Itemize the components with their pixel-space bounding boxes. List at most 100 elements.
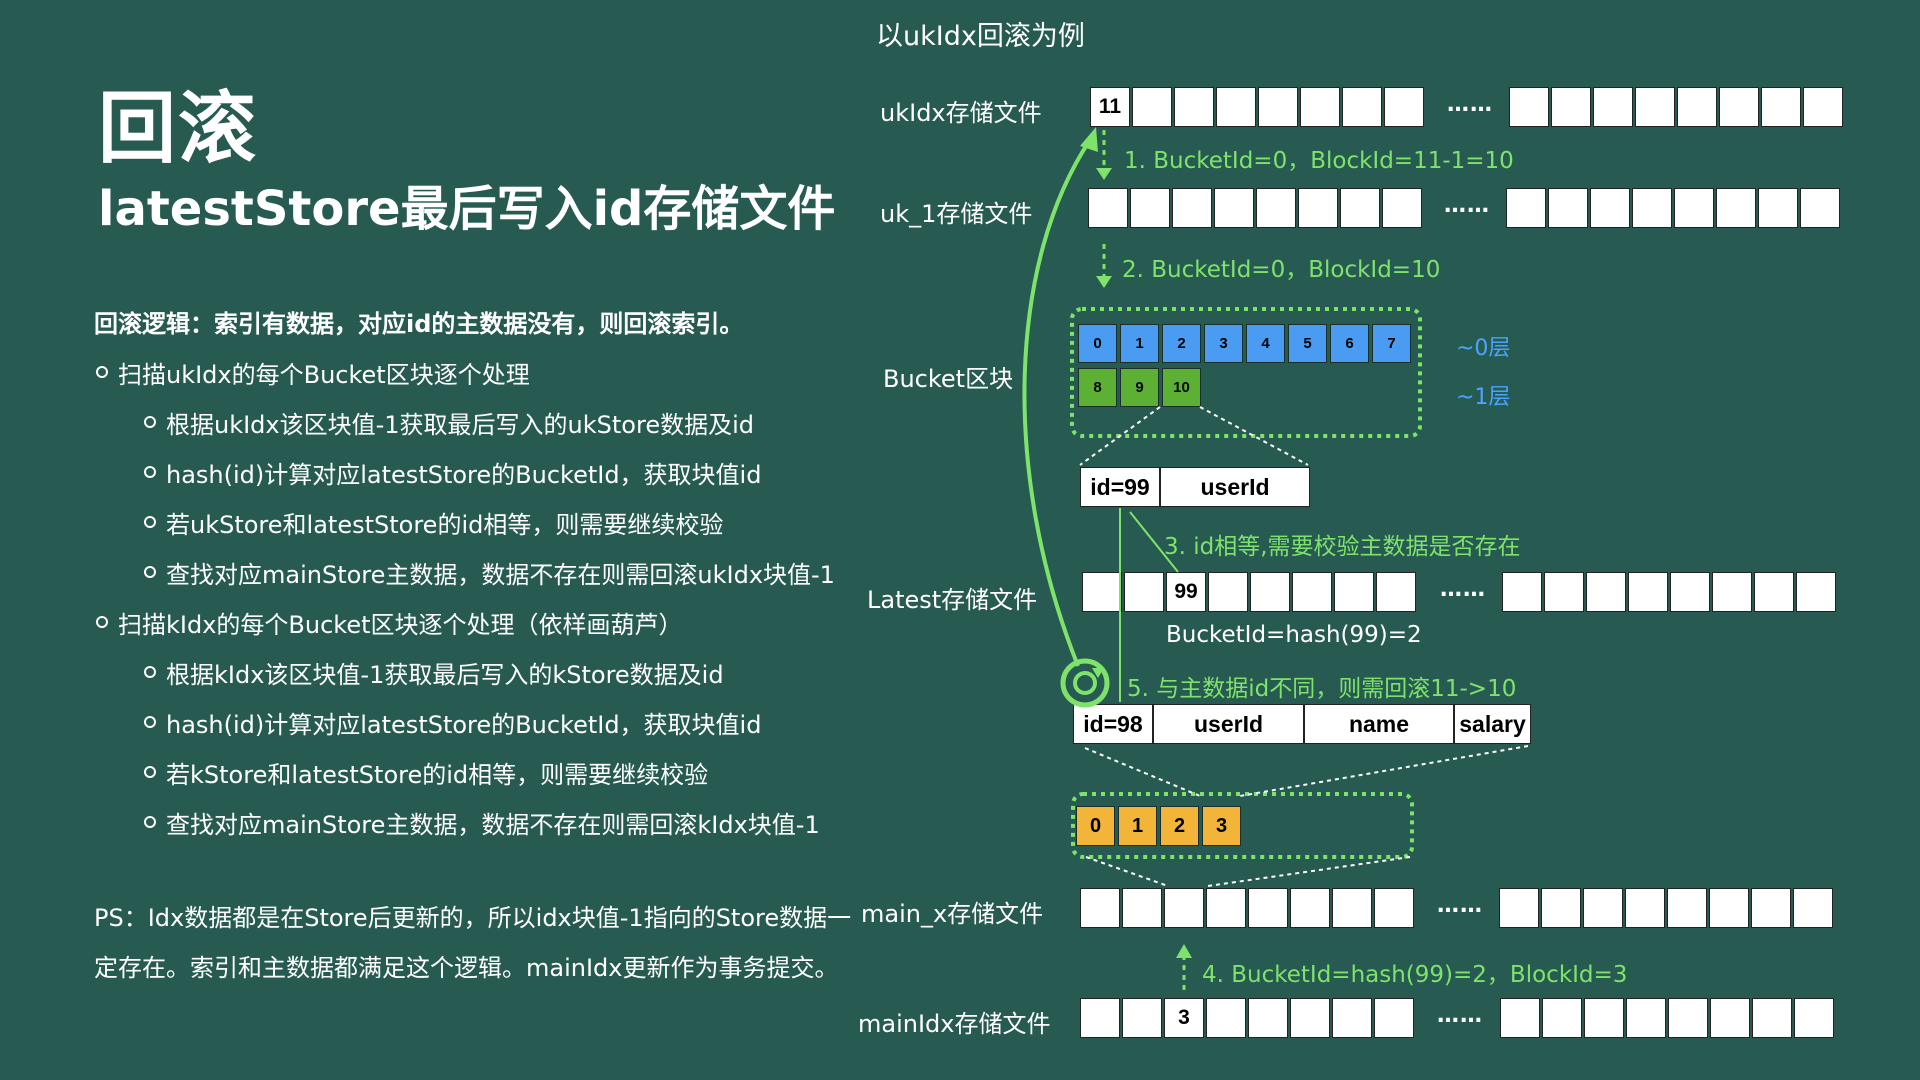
cell xyxy=(1506,188,1546,228)
bucket-block: 4 xyxy=(1246,324,1285,363)
cell xyxy=(1674,188,1714,228)
cell xyxy=(1800,188,1840,228)
bucket-block: 2 xyxy=(1162,324,1201,363)
ellipsis: …… xyxy=(1447,92,1493,117)
cell xyxy=(1340,188,1380,228)
cell xyxy=(1248,998,1288,1038)
cell xyxy=(1632,188,1672,228)
ps-note-line1: PS：Idx数据都是在Store后更新的，所以idx块值-1指向的Store数据… xyxy=(94,904,852,932)
cell xyxy=(1208,572,1248,612)
cell xyxy=(1300,87,1340,127)
cell xyxy=(1290,998,1330,1038)
record-name: name xyxy=(1304,704,1454,744)
cell xyxy=(1298,188,1338,228)
cell xyxy=(1710,998,1750,1038)
latest-cell-value: 99 xyxy=(1166,572,1206,612)
cell xyxy=(1290,888,1330,928)
label-bucket: Bucket区块 xyxy=(883,365,1014,393)
cell xyxy=(1342,87,1382,127)
ukidx-cells-left: 11 xyxy=(1090,87,1426,127)
main-block: 0 xyxy=(1076,806,1115,846)
mainidx-cells-right xyxy=(1500,998,1836,1038)
bucket-block: 7 xyxy=(1372,324,1411,363)
label-mainidx: mainIdx存储文件 xyxy=(858,1010,1051,1038)
zoom-line xyxy=(1207,856,1411,887)
label-uk1: uk_1存储文件 xyxy=(880,200,1033,228)
bullet-item: 查找对应mainStore主数据，数据不存在则需回滚ukIdx块值-1 xyxy=(144,555,835,590)
cell xyxy=(1586,572,1626,612)
cell xyxy=(1761,87,1801,127)
arrowhead-icon xyxy=(1096,168,1112,180)
rollback-logic: 回滚逻辑：索引有数据，对应id的主数据没有，则回滚索引。 xyxy=(94,310,744,338)
cell xyxy=(1499,888,1539,928)
cell xyxy=(1384,87,1424,127)
cell xyxy=(1548,188,1588,228)
main-record: id=98 userId name salary xyxy=(1073,704,1531,744)
cell xyxy=(1334,572,1374,612)
cell xyxy=(1590,188,1630,228)
cell xyxy=(1668,998,1708,1038)
page-subtitle: latestStore最后写入id存储文件 xyxy=(98,181,836,237)
step-5: 5. 与主数据id不同，则需回滚11->10 xyxy=(1127,676,1517,702)
bucket-block: 3 xyxy=(1204,324,1243,363)
cell xyxy=(1758,188,1798,228)
cell xyxy=(1332,998,1372,1038)
cell xyxy=(1124,572,1164,612)
cell xyxy=(1584,998,1624,1038)
mainidx-cells-left: 3 xyxy=(1080,998,1416,1038)
main-blocks: 0 1 2 3 xyxy=(1076,806,1244,846)
cell xyxy=(1502,572,1542,612)
main-block: 3 xyxy=(1202,806,1241,846)
bullet-item: 根据ukIdx该区块值-1获取最后写入的ukStore数据及id xyxy=(144,405,754,440)
cell xyxy=(1752,998,1792,1038)
ellipsis: …… xyxy=(1437,893,1483,918)
bullet-item: hash(id)计算对应latestStore的BucketId，获取块值id xyxy=(143,455,761,490)
slide: 回滚 latestStore最后写入id存储文件 回滚逻辑：索引有数据，对应id… xyxy=(0,0,1920,1080)
step-4: 4. BucketId=hash(99)=2，BlockId=3 xyxy=(1202,962,1628,988)
cell xyxy=(1374,998,1414,1038)
label-latest: Latest存储文件 xyxy=(867,586,1038,614)
cell xyxy=(1709,888,1749,928)
hash-note: BucketId=hash(99)=2 xyxy=(1166,622,1422,648)
bullet-item: hash(id)计算对应latestStore的BucketId，获取块值id xyxy=(143,705,761,740)
latest-cells-right xyxy=(1502,572,1838,612)
ellipsis: …… xyxy=(1440,577,1486,602)
cell xyxy=(1509,87,1549,127)
latest-record: id=99 userId xyxy=(1080,467,1310,507)
main-block: 1 xyxy=(1118,806,1157,846)
cell xyxy=(1206,888,1246,928)
ellipsis: …… xyxy=(1444,193,1490,218)
cell xyxy=(1719,87,1759,127)
cell xyxy=(1754,572,1794,612)
ukidx-cells-right xyxy=(1509,87,1845,127)
zoom-line xyxy=(1085,856,1169,887)
cell xyxy=(1258,87,1298,127)
cell xyxy=(1256,188,1296,228)
arrowhead-icon xyxy=(1080,127,1098,152)
step-3: 3. id相等,需要校验主数据是否存在 xyxy=(1164,534,1521,560)
cell xyxy=(1082,572,1122,612)
bullet-item: 扫描ukIdx的每个Bucket区块逐个处理 xyxy=(96,355,530,390)
bullet-item: 查找对应mainStore主数据，数据不存在则需回滚kIdx块值-1 xyxy=(144,805,820,840)
cell xyxy=(1172,188,1212,228)
cell xyxy=(1628,572,1668,612)
cell xyxy=(1250,572,1290,612)
latest-cells-left: 99 xyxy=(1082,572,1418,612)
cell xyxy=(1374,888,1414,928)
record-salary: salary xyxy=(1454,704,1531,744)
cell xyxy=(1130,188,1170,228)
bullet-item: 扫描kIdx的每个Bucket区块逐个处理（依样画葫芦） xyxy=(96,605,683,640)
cell xyxy=(1500,998,1540,1038)
label-mainx: main_x存储文件 xyxy=(861,900,1044,928)
cell xyxy=(1635,87,1675,127)
arrowhead-icon xyxy=(1096,276,1112,288)
cell xyxy=(1626,998,1666,1038)
cell xyxy=(1677,87,1717,127)
cell xyxy=(1583,888,1623,928)
layer1-label: ~1层 xyxy=(1456,385,1511,410)
cell xyxy=(1712,572,1752,612)
step-1: 1. BucketId=0，BlockId=11-1=10 xyxy=(1124,148,1514,174)
arrowhead-icon xyxy=(1176,944,1192,958)
cell xyxy=(1796,572,1836,612)
cell xyxy=(1593,87,1633,127)
